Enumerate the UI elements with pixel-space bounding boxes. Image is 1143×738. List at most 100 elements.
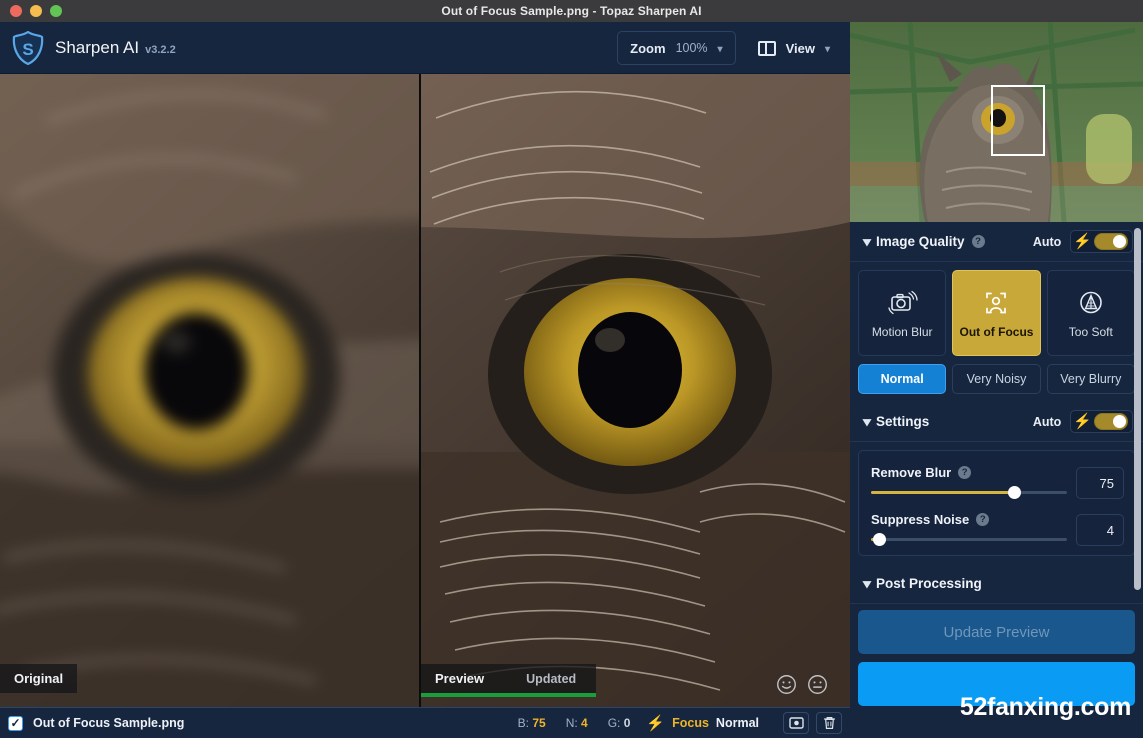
zoom-value: 100% [675, 41, 708, 55]
original-badge: Original [0, 664, 78, 693]
status-focus-group: ⚡ Focus Normal [646, 716, 759, 731]
preview-progress-bar [421, 693, 596, 697]
toggle-track [1094, 233, 1128, 250]
blur-mode-cards: Motion Blur Out of Focus Too Soft [850, 262, 1143, 356]
view-label: View [785, 40, 815, 56]
happy-face-icon[interactable] [776, 674, 797, 695]
app-name: Sharpen AI [55, 37, 140, 57]
split-view-icon [757, 40, 776, 56]
comparison-split-divider[interactable] [419, 74, 421, 707]
settings-auto-toggle[interactable]: ⚡ [1070, 410, 1133, 433]
preview-status-label: Updated [526, 672, 577, 686]
mode-card-label: Too Soft [1068, 324, 1113, 339]
slider-handle[interactable] [872, 533, 886, 546]
post-processing-title: Post Processing [876, 576, 982, 591]
panel-action-buttons: Update Preview [850, 604, 1143, 706]
lightning-bolt-icon: ⚡ [1073, 413, 1092, 430]
app-header: S Sharpen AI v3.2.2 Zoom 100% ▾ View ▾ [0, 22, 850, 74]
lightning-bolt-icon: ⚡ [1073, 233, 1092, 250]
status-mini-buttons [783, 712, 842, 734]
zoom-control[interactable]: Zoom 100% ▾ [617, 31, 736, 65]
app-logo: S Sharpen AI v3.2.2 [0, 30, 176, 65]
file-checkbox[interactable]: ✓ [8, 715, 23, 731]
noise-level-very-blurry[interactable]: Very Blurry [1046, 364, 1135, 394]
sharpen-ai-window: Out of Focus Sample.png - Topaz Sharpen … [0, 0, 1143, 738]
preview-image-pane[interactable] [421, 74, 850, 707]
status-focus-value: Normal [715, 716, 759, 730]
toggle-knob [1113, 415, 1126, 428]
suppress-noise-row: Suppress Noise ? 4 [871, 512, 1124, 546]
zoom-label: Zoom [630, 40, 666, 56]
update-preview-button[interactable]: Update Preview [858, 610, 1135, 654]
right-control-panel: ▾ Image Quality ? Auto ⚡ Motion Blur Out… [850, 22, 1143, 738]
focus-subject-icon [986, 292, 1007, 313]
mode-card-motion-blur[interactable]: Motion Blur [858, 270, 947, 356]
remove-blur-label: Remove Blur [871, 465, 952, 480]
original-owl-image [0, 74, 419, 707]
status-bar: ✓ Out of Focus Sample.png B: 75 N: 4 G: … [0, 707, 850, 738]
window-title: Out of Focus Sample.png - Topaz Sharpen … [441, 4, 702, 18]
post-processing-section-header[interactable]: ▾ Post Processing [850, 564, 1143, 604]
header-toolbar: Zoom 100% ▾ View ▾ [617, 22, 850, 74]
suppress-noise-slider[interactable] [871, 533, 1067, 546]
stat-blur-value: 75 [532, 716, 546, 730]
image-quality-auto-label: Auto [1032, 234, 1062, 249]
settings-section-header[interactable]: ▾ Settings Auto ⚡ [850, 402, 1143, 442]
stat-blur-key: B: [517, 716, 529, 730]
chevron-down-icon: ▾ [862, 233, 872, 249]
status-filename: Out of Focus Sample.png [33, 716, 185, 730]
image-quality-auto-toggle[interactable]: ⚡ [1070, 230, 1133, 253]
stat-blur: B: 75 [518, 716, 546, 730]
navigator-thumbnail[interactable] [850, 22, 1143, 222]
remove-blur-slider[interactable] [871, 486, 1067, 499]
status-focus-label: Focus [672, 716, 709, 730]
mode-card-label: Out of Focus [959, 324, 1034, 339]
slider-handle[interactable] [1008, 486, 1022, 499]
noise-level-buttons: Normal Very Noisy Very Blurry [850, 356, 1143, 402]
stat-grain-value: 0 [623, 716, 631, 730]
image-preview-icon [788, 717, 804, 729]
shield-logo-icon: S [12, 30, 44, 65]
primary-action-button[interactable] [858, 662, 1135, 706]
delete-button[interactable] [816, 712, 842, 734]
stat-noise: N: 4 [566, 716, 588, 730]
suppress-noise-label: Suppress Noise [871, 512, 970, 527]
compare-view-button[interactable] [783, 712, 809, 734]
status-stats: B: 75 N: 4 G: 0 [518, 716, 631, 730]
camera-shake-icon [888, 290, 918, 314]
feedback-buttons [776, 674, 828, 695]
stat-grain-key: G: [607, 716, 621, 730]
panel-sections: ▾ Image Quality ? Auto ⚡ Motion Blur Out… [850, 222, 1143, 738]
panel-scrollbar[interactable] [1134, 228, 1141, 590]
noise-level-normal[interactable]: Normal [858, 364, 947, 394]
remove-blur-value[interactable]: 75 [1076, 467, 1124, 499]
settings-title: Settings [876, 414, 930, 429]
view-control[interactable]: View ▾ [746, 31, 842, 65]
help-icon[interactable]: ? [971, 235, 985, 248]
settings-sliders: Remove Blur ? 75 Suppress Noise ? 4 [858, 450, 1135, 556]
stat-grain: G: 0 [608, 716, 631, 730]
chevron-down-icon: ▾ [824, 43, 830, 55]
settings-auto-label: Auto [1032, 414, 1062, 429]
lightning-bolt-icon: ⚡ [646, 714, 666, 732]
neutral-face-icon[interactable] [807, 674, 828, 695]
chevron-down-icon: ▾ [717, 43, 723, 55]
help-icon[interactable]: ? [958, 466, 972, 479]
suppress-noise-value[interactable]: 4 [1076, 514, 1124, 546]
image-comparison-canvas[interactable]: Original Preview Updated [0, 74, 850, 707]
stat-noise-value: 4 [581, 716, 588, 730]
sharpened-owl-image [421, 74, 850, 707]
soft-droplet-icon [1080, 291, 1102, 313]
image-quality-section-header[interactable]: ▾ Image Quality ? Auto ⚡ [850, 222, 1143, 262]
trash-icon [823, 717, 835, 729]
mode-card-out-of-focus[interactable]: Out of Focus [952, 270, 1041, 356]
navigator-viewport-rect[interactable] [991, 85, 1045, 156]
noise-level-very-noisy[interactable]: Very Noisy [952, 364, 1041, 394]
slider-fill [871, 491, 1015, 494]
mode-card-too-soft[interactable]: Too Soft [1046, 270, 1135, 356]
original-image-pane[interactable] [0, 74, 419, 707]
toggle-track [1094, 413, 1128, 430]
remove-blur-row: Remove Blur ? 75 [871, 465, 1124, 499]
preview-badge-label: Preview [435, 671, 485, 686]
help-icon[interactable]: ? [976, 513, 990, 526]
